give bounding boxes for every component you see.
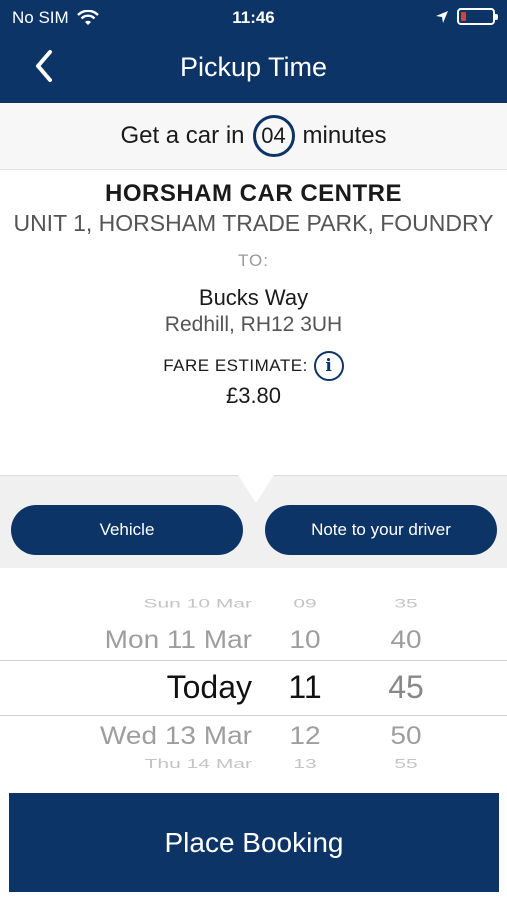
picker-hour: 09 (293, 597, 317, 611)
picker-row[interactable]: Thu 14 Mar 13 55 (0, 757, 507, 780)
pickup-time-picker[interactable]: Sun 10 Mar 09 35 Mon 11 Mar 10 40 Today … (0, 585, 507, 780)
picker-day: Wed 13 Mar (100, 721, 252, 750)
trip-summary: HORSHAM CAR CENTRE UNIT 1, HORSHAM TRADE… (0, 180, 507, 409)
picker-minute: 35 (394, 597, 418, 611)
info-icon[interactable]: i (313, 351, 344, 381)
picker-minute: 45 (388, 669, 424, 705)
eta-minutes-badge: 04 (252, 115, 295, 157)
pointer-notch (238, 475, 274, 503)
options-band: Vehicle Note to your driver (0, 475, 507, 568)
picker-day: Mon 11 Mar (104, 625, 252, 654)
page-title: Pickup Time (179, 52, 328, 82)
eta-row: Get a car in 04 minutes (0, 103, 507, 170)
fare-label: FARE ESTIMATE: (163, 356, 308, 375)
fare-value: £3.80 (225, 383, 282, 408)
pickup-address: UNIT 1, HORSHAM TRADE PARK, FOUNDRY (13, 210, 494, 236)
eta-minutes: 04 (261, 123, 286, 148)
picker-hour: 12 (289, 721, 321, 750)
picker-row[interactable]: Mon 11 Mar 10 40 (0, 625, 507, 668)
picker-hour: 11 (288, 669, 322, 705)
picker-day: Today (166, 669, 252, 705)
dropoff-address: Redhill, RH12 3UH (164, 313, 343, 336)
app-header: No SIM 11:46 Pickup Time (0, 0, 507, 103)
status-right (435, 8, 498, 25)
nav-bar: Pickup Time (0, 40, 507, 98)
eta-suffix: minutes (302, 122, 387, 149)
picker-minute: 50 (390, 721, 422, 750)
status-bar: No SIM 11:46 (0, 0, 507, 34)
picker-day: Sun 10 Mar (143, 597, 252, 611)
picker-row[interactable]: Sun 10 Mar 09 35 (0, 598, 507, 624)
picker-row-selected[interactable]: Today 11 45 (0, 669, 507, 717)
picker-minute: 40 (390, 625, 422, 654)
clock: 11:46 (232, 8, 275, 27)
fare-estimate-row: FARE ESTIMATE: i (0, 351, 507, 381)
location-arrow-icon (436, 10, 448, 23)
to-label: TO: (237, 251, 270, 270)
picker-hour: 10 (289, 625, 321, 654)
place-booking-button[interactable]: Place Booking (9, 793, 499, 892)
dropoff-name: Bucks Way (198, 285, 309, 310)
picker-hour: 13 (293, 757, 317, 771)
eta-prefix: Get a car in (120, 122, 245, 149)
battery-icon (457, 8, 498, 25)
vehicle-button[interactable]: Vehicle (11, 505, 243, 555)
pickup-name: HORSHAM CAR CENTRE (105, 180, 402, 207)
picker-day: Thu 14 Mar (144, 757, 252, 771)
picker-minute: 55 (394, 757, 418, 771)
note-to-driver-button[interactable]: Note to your driver (265, 505, 497, 555)
